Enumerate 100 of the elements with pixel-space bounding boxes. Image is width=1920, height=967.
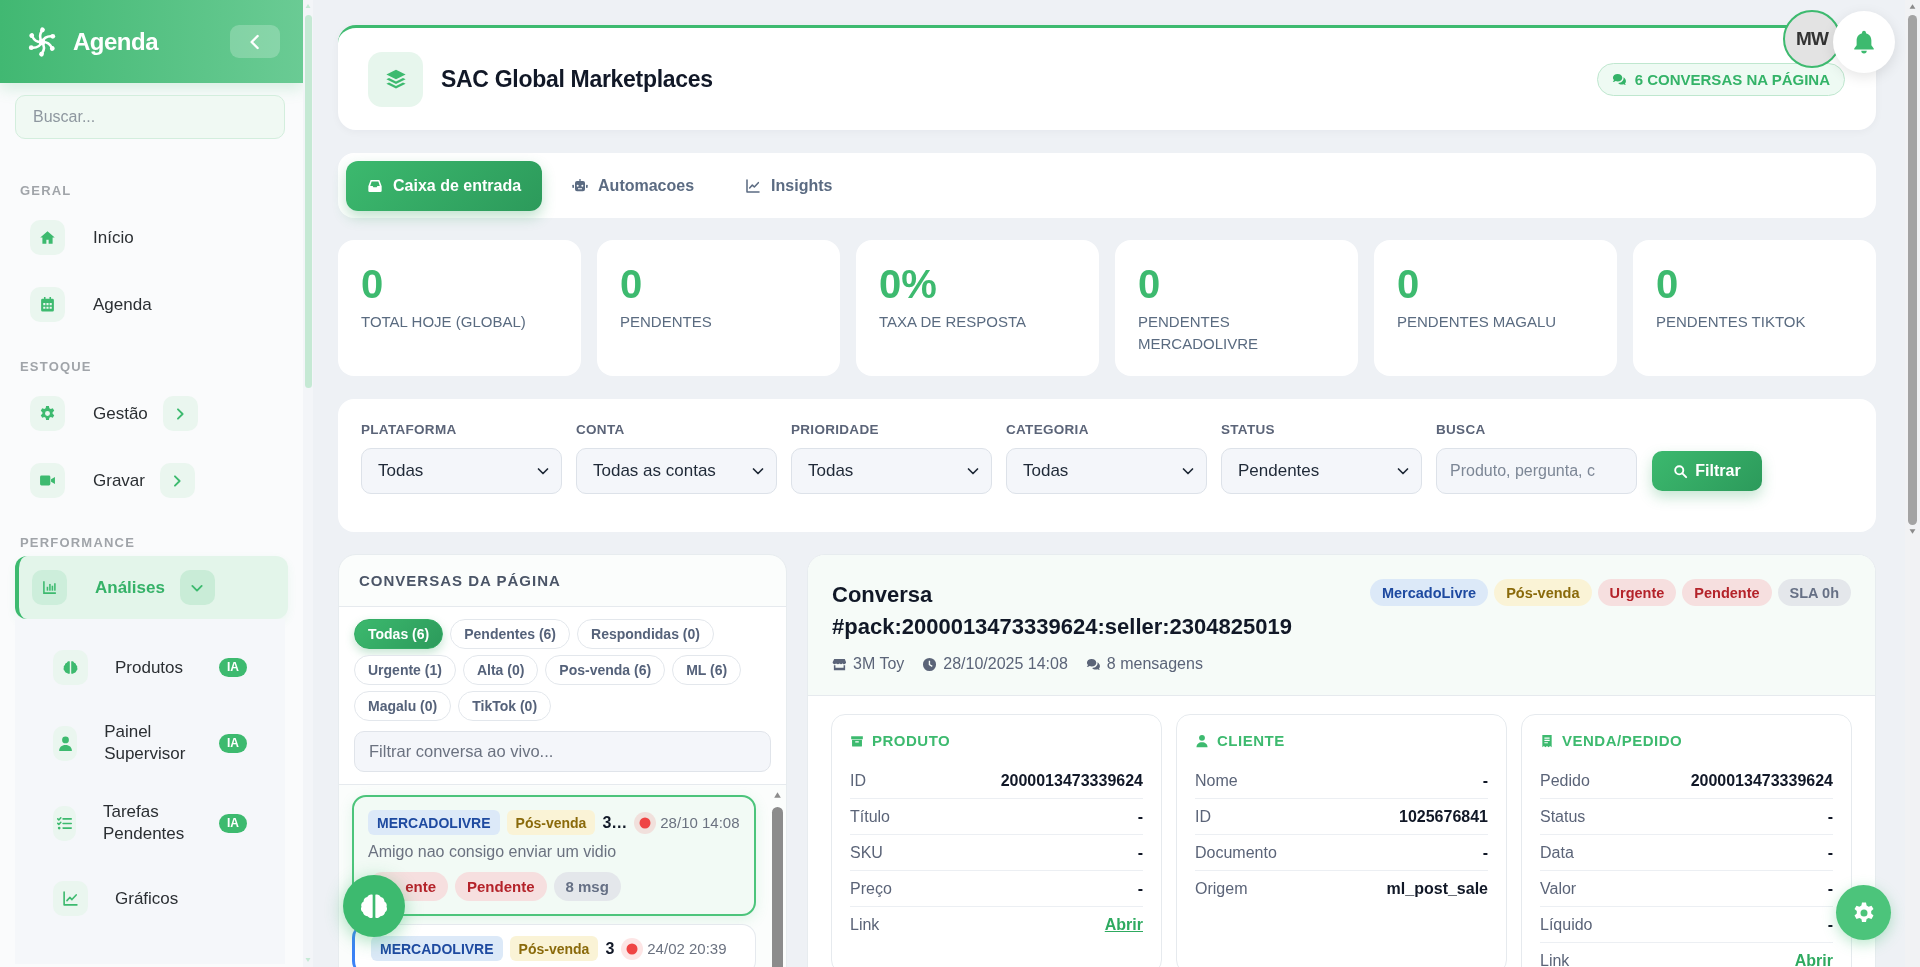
settings-icon: [1851, 900, 1876, 925]
filter-dropdown[interactable]: Todas: [791, 448, 992, 494]
scrollbar-thumb[interactable]: [304, 15, 312, 388]
calendar-icon: [30, 287, 65, 322]
conversation-card[interactable]: MERCADOLIVRE Pós-venda 3 24/02 20:39: [352, 924, 756, 967]
filter-dropdown[interactable]: Todas: [1006, 448, 1207, 494]
filter-dropdown[interactable]: Todas as contas: [576, 448, 777, 494]
layers-icon: [368, 51, 423, 107]
filter-chip[interactable]: Alta (0): [462, 655, 539, 685]
stat-label: PENDENTES: [620, 312, 713, 332]
section-heading: ESTOQUE: [19, 359, 93, 375]
filter-chip[interactable]: ML (6): [672, 655, 742, 685]
info-label: Link: [1540, 951, 1570, 967]
filter-label: CONTA: [576, 422, 626, 438]
conversation-count: 6 CONVERSAS NA PÁGINA: [1634, 70, 1830, 88]
category-tag: Pós-venda: [509, 936, 599, 961]
robot-icon: [572, 177, 589, 194]
filter-label: PLATAFORMA: [361, 422, 458, 438]
conversation-title: Conversa #pack:2000013473339624:seller:2304825019: [832, 581, 1293, 641]
info-label: Status: [1540, 807, 1586, 827]
info-value: 2000013473339624: [1000, 771, 1143, 791]
scroll-up-icon[interactable]: [772, 791, 783, 799]
category-tag: Pós-venda: [1494, 579, 1592, 606]
live-filter-field[interactable]: Filtrar conversa ao vivo...: [354, 731, 771, 772]
home-icon: [30, 220, 65, 255]
expand-button[interactable]: [179, 570, 215, 605]
inbox-icon: [367, 177, 383, 194]
info-value: ml_post_sale: [1386, 879, 1488, 899]
search-icon: [1673, 463, 1689, 479]
panel-title: CONVERSAS DA PÁGINA: [359, 572, 561, 589]
conversation-time: 24/02 20:39: [647, 940, 727, 957]
platform-tag: MercadoLivre: [1369, 579, 1489, 606]
info-value: -: [1827, 843, 1833, 863]
nav-tab[interactable]: Automacoes: [551, 160, 716, 211]
info-value: 2000013473339624: [1690, 771, 1833, 791]
sidebar-item[interactable]: Agenda: [15, 271, 288, 338]
category-tag: Pós-venda: [506, 810, 596, 835]
caret-icon: [752, 465, 764, 477]
line-chart-icon: [745, 177, 762, 194]
info-value: 1025676841: [1399, 807, 1488, 827]
message-count: 8 mensagens: [1106, 654, 1203, 674]
receipt-icon: [1540, 734, 1554, 748]
info-label: Documento: [1195, 843, 1277, 863]
stat-label: TAXA DE RESPOSTA: [879, 312, 1027, 332]
filter-chip[interactable]: Pendentes (6): [450, 619, 570, 649]
status-tag: Pendente: [1682, 579, 1772, 606]
sidebar-item[interactable]: Início: [15, 204, 288, 271]
caret-icon: [537, 465, 549, 477]
filter-chip[interactable]: Magalu (0): [354, 691, 452, 721]
card-title: VENDA/PEDIDO: [1562, 732, 1683, 750]
info-label: Origem: [1195, 879, 1248, 899]
line-chart-icon: [53, 881, 88, 916]
expand-button[interactable]: [159, 463, 195, 498]
info-label: Preço: [850, 879, 892, 899]
stat-label: PENDENTES MERCADOLIVRE: [1138, 312, 1260, 354]
stat-label: PENDENTES TIKTOK: [1656, 312, 1807, 332]
info-value: -: [1482, 843, 1488, 863]
caret-icon: [967, 465, 979, 477]
filter-chip[interactable]: TikTok (0): [458, 691, 552, 721]
sidebar-item[interactable]: Gestão: [15, 380, 288, 447]
info-label: Valor: [1540, 879, 1577, 899]
submenu-item[interactable]: Gráficos: [15, 863, 285, 934]
filter-label: PRIORIDADE: [791, 422, 880, 438]
sla-tag: SLA 0h: [1777, 579, 1851, 606]
section-heading: PERFORMANCE: [19, 535, 137, 551]
stat-value: 0: [361, 262, 385, 306]
filter-chip[interactable]: Urgente (1): [354, 655, 456, 685]
filter-chip[interactable]: Respondidas (0): [577, 619, 714, 649]
nav-tab[interactable]: Insights: [724, 160, 854, 211]
scroll-up-icon[interactable]: [1908, 3, 1917, 10]
chat-bubbles-icon: [1085, 656, 1101, 672]
status-tag: Pendente: [455, 872, 547, 901]
stat-value: 0%: [879, 262, 938, 306]
filter-chip[interactable]: Pos-venda (6): [545, 655, 666, 685]
search-field[interactable]: Buscar...: [15, 95, 285, 139]
filter-dropdown[interactable]: Pendentes: [1221, 448, 1422, 494]
ai-badge: IA: [219, 813, 247, 833]
scroll-down-icon[interactable]: [1908, 528, 1917, 535]
card-title: PRODUTO: [872, 732, 951, 750]
expand-button[interactable]: [162, 396, 198, 431]
scrollbar-thumb[interactable]: [1908, 15, 1917, 525]
submenu-item[interactable]: Painel Supervisor IA: [15, 703, 285, 783]
box-icon: [850, 734, 864, 748]
submenu-item[interactable]: Tarefas Pendentes IA: [15, 783, 285, 863]
card-title: CLIENTE: [1217, 732, 1285, 750]
message-preview: Amigo nao consigo enviar um vidio: [368, 842, 618, 862]
info-label: Link: [850, 915, 880, 935]
stat-value: 0: [1656, 262, 1680, 306]
filter-dropdown[interactable]: Todas: [361, 448, 562, 494]
conversation-card[interactable]: MERCADOLIVRE Pós-venda 3… 28/10 14:08 Amigo nao consigo enviar um vidio ente Pendente 8 msg: [352, 795, 756, 916]
stat-value: 0: [620, 262, 644, 306]
search-field[interactable]: Produto, pergunta, c: [1436, 448, 1637, 494]
info-value: -: [1827, 915, 1833, 935]
platform-tag: MERCADOLIVRE: [371, 936, 503, 961]
message-count-tag: 8 msg: [553, 872, 621, 901]
submenu-item[interactable]: Produtos IA: [15, 632, 285, 703]
collapse-button[interactable]: [230, 25, 280, 58]
app-name: Agenda: [73, 27, 158, 56]
sidebar-item[interactable]: Gravar: [15, 447, 288, 514]
stat-label: TOTAL HOJE (GLOBAL): [361, 312, 527, 332]
